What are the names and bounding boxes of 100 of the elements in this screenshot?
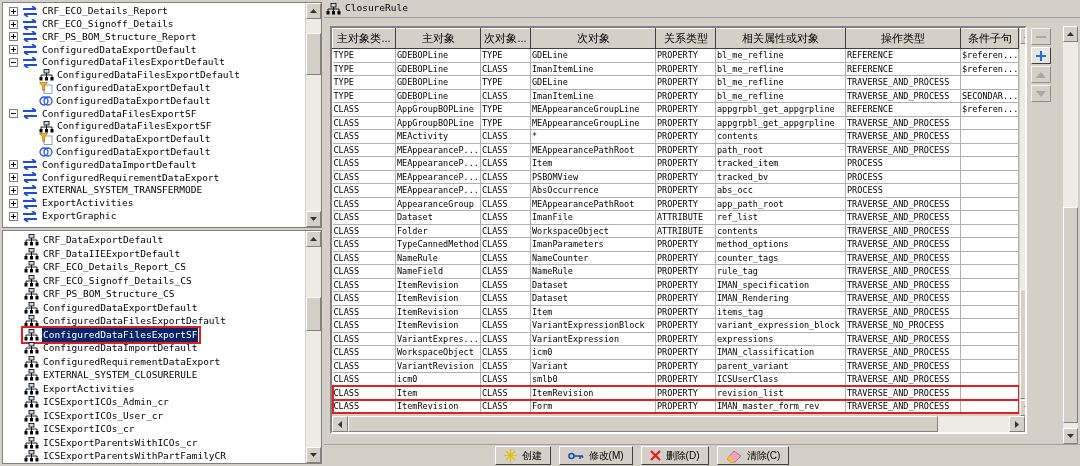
table-row[interactable]: TYPE GDEBOPLine CLASS ImanItemLine PROPERTY bl_me_refline REFERENCE $referen... xyxy=(332,62,1019,76)
column-header[interactable]: 关系类型 xyxy=(655,28,716,49)
column-header[interactable]: 条件子句 xyxy=(960,28,1019,49)
table-row[interactable]: CLASS AppearanceGroup CLASS MEAppearancePathRoot PROPERTY app_path_root TRAVERSE_AND_PROCESS xyxy=(332,197,1019,211)
expand-icon[interactable] xyxy=(9,186,18,196)
tree-item[interactable]: ConfiguredDataFilesExportSF xyxy=(42,106,197,121)
scrollbar-thumb[interactable] xyxy=(306,33,321,75)
table-cell: TRAVERSE_AND_PROCESS xyxy=(847,239,950,250)
tree-item[interactable]: ConfiguredDataFilesExportDefault xyxy=(57,68,241,83)
tree-item[interactable]: ICSExportICOs_User_cr xyxy=(42,408,165,423)
tree-item[interactable]: CRF_PS_BOM_Structure_CS xyxy=(42,287,176,302)
table-row[interactable]: CLASS ItemRevision CLASS Form PROPERTY IMAN_master_form_rev TRAVERSE_AND_PROCESS xyxy=(332,399,1019,414)
table-row[interactable]: CLASS TypeCannedMethod CLASS ImanParameters PROPERTY method_options TRAVERSE_AND_PROCESS xyxy=(332,237,1019,252)
table-row[interactable]: CLASS MEActivity CLASS * PROPERTY contents TRAVERSE_AND_PROCESS xyxy=(332,129,1019,144)
tree-item[interactable]: ExportGraphic xyxy=(42,209,117,224)
modify-button[interactable]: 修改(M) xyxy=(558,446,633,466)
expand-icon[interactable] xyxy=(9,32,18,42)
tree-item[interactable]: ExportActivities xyxy=(42,381,136,396)
column-header[interactable]: 相关属性或对象 xyxy=(715,28,846,49)
tree-item[interactable]: CRF_DataExportDefault xyxy=(42,233,165,248)
table-row[interactable]: CLASS MEAppearanceP... CLASS Item PROPERTY tracked_item PROCESS xyxy=(332,156,1019,171)
tree-item[interactable]: ConfiguredDataFilesExportDefault xyxy=(42,55,226,70)
tree-item[interactable]: ConfiguredDataExportDefault xyxy=(56,145,211,160)
table-row[interactable]: CLASS ItemRevision CLASS Dataset PROPERTY IMAN_specification TRAVERSE_AND_PROCESS xyxy=(332,278,1019,292)
table-row[interactable]: CLASS AppGroupBOPLine TYPE MEAppearanceGroupLine PROPERTY appgrpbl_get_appgrpline REFERENCE $referen... xyxy=(332,102,1019,117)
table-row[interactable]: CLASS MEAppearanceP... CLASS PSBOMView PROPERTY tracked_bv PROCESS xyxy=(332,170,1019,184)
table-row[interactable]: CLASS ItemRevision CLASS Dataset PROPERTY IMAN_Rendering TRAVERSE_AND_PROCESS xyxy=(332,291,1019,306)
tree-item[interactable]: ConfiguredDataFilesExportSF xyxy=(42,327,199,342)
expand-icon[interactable] xyxy=(9,45,18,55)
tree-item[interactable]: ExportActivities xyxy=(42,196,134,211)
table-row[interactable]: CLASS MEAppearanceP... CLASS MEAppearancePathRoot PROPERTY path_root TRAVERSE_AND_PROCESS xyxy=(332,143,1019,157)
tree-item[interactable]: CRF_ECO_Details_Report xyxy=(42,4,168,19)
tree-item[interactable]: EXTERNAL_SYSTEM_CLOSURERULE xyxy=(42,368,199,383)
table-cell: AppGroupBOPLine xyxy=(397,117,474,128)
collapse-icon[interactable] xyxy=(9,58,18,68)
expand-icon[interactable] xyxy=(9,6,18,16)
table-cell: Dataset xyxy=(397,212,433,223)
scrollbar-thumb[interactable] xyxy=(1063,207,1078,424)
table-cell: CLASS xyxy=(482,360,508,371)
table-row[interactable]: CLASS VariantRevision CLASS Variant PROPERTY parent_variant TRAVERSE_AND_PROCESS xyxy=(332,359,1019,373)
table-row[interactable]: CLASS NameField CLASS NameRule PROPERTY rule_tag TRAVERSE_AND_PROCESS xyxy=(332,264,1019,279)
horizontal-scrollbar[interactable] xyxy=(332,416,1025,433)
tree-item[interactable]: ICSExportParentsWithICOs_cr xyxy=(42,435,199,450)
tree-item[interactable]: ConfiguredDataExportDefault xyxy=(56,93,211,109)
expand-icon[interactable] xyxy=(9,173,18,183)
table-row[interactable]: CLASS ItemRevision CLASS Item PROPERTY items_tag TRAVERSE_AND_PROCESS xyxy=(332,305,1019,319)
tree-item[interactable]: ConfiguredRequirementDataExport xyxy=(42,354,222,369)
table-row[interactable]: CLASS WorkspaceObject CLASS icm0 PROPERTY IMAN_classification TRAVERSE_AND_PROCESS xyxy=(332,345,1019,360)
tree-item[interactable]: ConfiguredDataFilesExportDefault xyxy=(42,314,228,329)
tree-item[interactable]: ConfiguredDataExportDefault xyxy=(56,81,211,96)
table-row[interactable]: CLASS VariantExpres... CLASS VariantExpression PROPERTY expressions TRAVERSE_AND_PROCESS xyxy=(332,332,1019,346)
table-row[interactable]: CLASS Folder CLASS WorkspaceObject ATTRIBUTE contents TRAVERSE_AND_PROCESS xyxy=(332,224,1019,238)
tree-item[interactable]: ConfiguredDataExportDefault xyxy=(42,42,197,57)
scrollbar-thumb[interactable] xyxy=(306,296,321,331)
table-cell: TYPE xyxy=(482,50,503,61)
table-cell: TRAVERSE_AND_PROCESS xyxy=(847,252,950,263)
tree-item[interactable]: ConfiguredDataImportDefault xyxy=(42,157,197,173)
table-row[interactable]: CLASS MEAppearanceP... CLASS AbsOccurrence PROPERTY abs_occ PROCESS xyxy=(332,183,1019,198)
tree-item[interactable]: CRF_PS_BOM_Structure_Report xyxy=(42,29,197,45)
table-row[interactable]: CLASS AppGroupBOPLine TYPE MEAppearanceGroupLine PROPERTY appgrpbl_get_appgrpline TRAVERSE_AND_PROCESS xyxy=(332,116,1019,130)
tree-item[interactable]: ConfiguredDataExportDefault xyxy=(56,132,211,147)
tree-item[interactable]: EXTERNAL_SYSTEM_TRANSFERMODE xyxy=(42,183,203,198)
clear-button[interactable]: 清除(C) xyxy=(716,446,790,466)
tree-item[interactable]: ICSExportICOs_Admin_cr xyxy=(42,395,170,410)
column-header[interactable]: 主对象 xyxy=(395,28,481,49)
tree-item[interactable]: CRF_ECO_Details_Report_CS xyxy=(42,260,187,275)
expand-icon[interactable] xyxy=(9,19,18,29)
tree-item[interactable]: ICSExportParentsWithPartFamilyCR xyxy=(42,449,228,463)
column-header[interactable]: 操作类型 xyxy=(845,28,961,49)
tree-item[interactable]: CRF_ECO_Signoff_Details xyxy=(42,17,174,32)
table-row[interactable]: CLASS Item CLASS ItemRevision PROPERTY revision_list TRAVERSE_AND_PROCESS xyxy=(332,386,1019,400)
vertical-scrollbar[interactable] xyxy=(305,3,321,227)
expand-icon[interactable] xyxy=(9,211,18,221)
delete-button[interactable]: 删除(D) xyxy=(640,446,709,466)
expand-icon[interactable] xyxy=(9,160,18,170)
tree-item[interactable]: ICSExportICOs_cr xyxy=(42,422,136,437)
vertical-scrollbar[interactable] xyxy=(1062,26,1078,445)
tree-item[interactable]: ConfiguredDataFilesExportSF xyxy=(57,119,212,134)
create-button[interactable]: 创建 xyxy=(494,446,551,466)
table-row[interactable]: CLASS icm0 CLASS smlb0 PROPERTY ICSUserClass TRAVERSE_AND_PROCESS xyxy=(332,372,1019,387)
tree-item[interactable]: ConfiguredDataExportDefault xyxy=(42,300,199,315)
table-cell: CLASS xyxy=(482,63,508,74)
table-row[interactable]: CLASS Dataset CLASS ImanFile ATTRIBUTE ref_list TRAVERSE_AND_PROCESS xyxy=(332,210,1019,225)
tree-item[interactable]: CRF_DataIIEExportDefault xyxy=(42,246,182,261)
column-header[interactable]: 次对象 xyxy=(530,28,656,49)
table-row[interactable]: TYPE GDEBOPLine TYPE GDELine PROPERTY bl_me_refline TRAVERSE_AND_PROCESS xyxy=(332,75,1019,90)
collapse-icon[interactable] xyxy=(9,109,18,119)
tree-item[interactable]: CRF_ECO_Signoff_Details_CS xyxy=(42,273,193,288)
table-cell: MEAppearancePathRoot xyxy=(532,144,635,155)
table-row[interactable]: CLASS NameRule CLASS NameCounter PROPERTY counter_tags TRAVERSE_AND_PROCESS xyxy=(332,251,1019,265)
tree-item[interactable]: ConfiguredRequirementDataExport xyxy=(42,170,220,185)
column-header[interactable]: 次对象... xyxy=(480,28,531,49)
expand-icon[interactable] xyxy=(9,198,18,208)
column-header[interactable]: 主对象类... xyxy=(332,28,396,49)
add-button[interactable] xyxy=(1031,47,1051,65)
table-row[interactable]: TYPE GDEBOPLine CLASS ImanItemLine PROPERTY bl_me_refline TRAVERSE_AND_PROCESS SECONDAR... xyxy=(332,89,1019,103)
tree-item[interactable]: ConfiguredDataImportDefault xyxy=(42,341,199,356)
vertical-scrollbar[interactable] xyxy=(305,230,321,463)
table-row[interactable]: TYPE GDEBOPLine TYPE GDELine PROPERTY bl_me_refline REFERENCE $referen... xyxy=(332,48,1019,63)
table-row[interactable]: CLASS ItemRevision CLASS VariantExpressionBlock PROPERTY variant_expression_block TRAVERSE_NO_PROCESS xyxy=(332,318,1019,333)
